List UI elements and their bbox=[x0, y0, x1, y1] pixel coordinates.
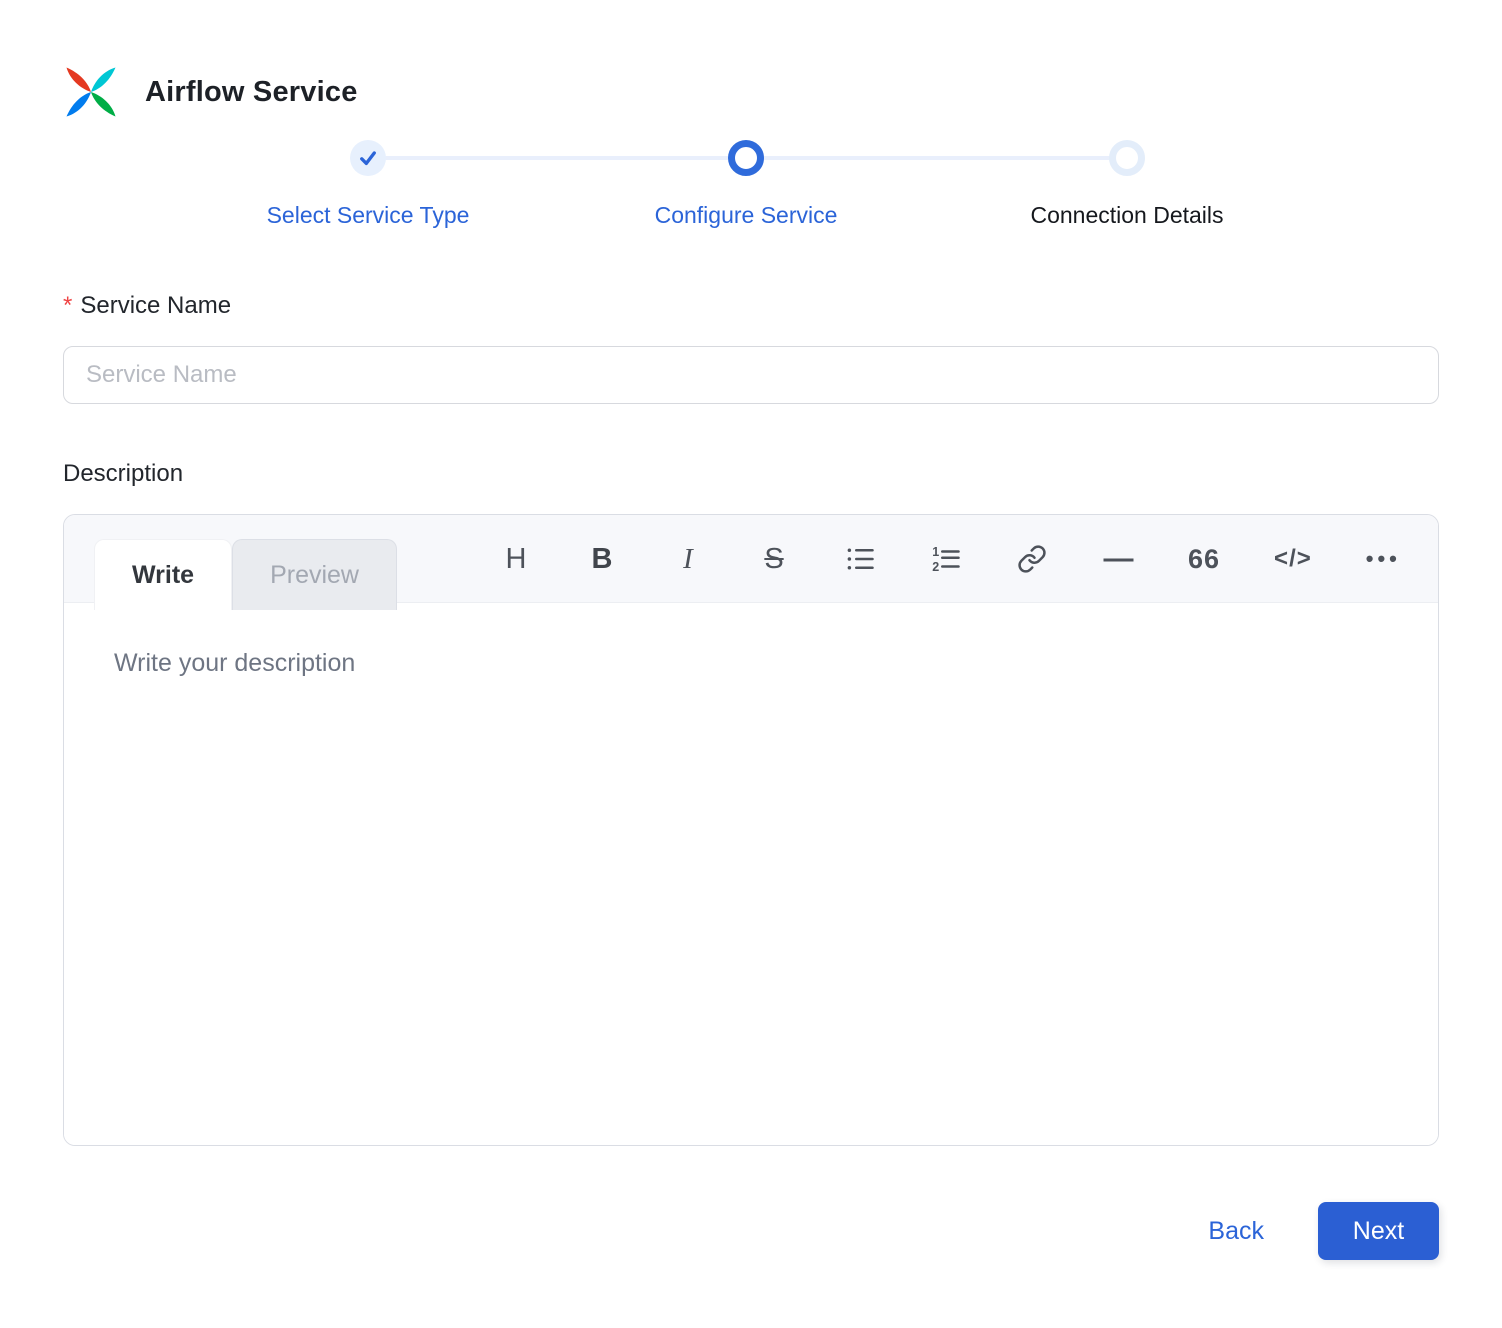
step-completed-circle bbox=[350, 140, 386, 176]
editor-toolbar: H B I S 1 2 — 66 </> ••• bbox=[500, 515, 1401, 603]
more-options-button[interactable]: ••• bbox=[1366, 539, 1401, 579]
service-name-label-text: Service Name bbox=[80, 292, 232, 319]
ordered-list-icon: 1 2 bbox=[932, 545, 960, 574]
link-icon bbox=[1018, 545, 1046, 573]
horizontal-rule-button[interactable]: — bbox=[1102, 539, 1134, 579]
wizard-page: Airflow Service Select Service Type Conf… bbox=[0, 0, 1502, 1320]
heading-icon: H bbox=[505, 542, 527, 575]
heading-button[interactable]: H bbox=[500, 539, 532, 579]
step-pending-circle bbox=[1109, 140, 1145, 176]
service-name-label: * Service Name bbox=[63, 292, 1439, 320]
airflow-logo-icon bbox=[66, 67, 116, 117]
description-label: Description bbox=[63, 460, 184, 487]
step-label: Select Service Type bbox=[266, 202, 470, 228]
editor-tabs: Write Preview bbox=[94, 539, 397, 610]
editor-write-area bbox=[64, 603, 1438, 1145]
step-label: Connection Details bbox=[1030, 202, 1224, 228]
horizontal-rule-icon: — bbox=[1103, 542, 1134, 575]
tab-preview[interactable]: Preview bbox=[232, 539, 397, 610]
required-asterisk: * bbox=[63, 292, 73, 319]
quote-button[interactable]: 66 bbox=[1188, 539, 1220, 579]
editor-toolbar-header: Write Preview H B I S 1 2 — 66 </> ••• bbox=[64, 515, 1438, 610]
svg-text:1: 1 bbox=[932, 545, 939, 559]
step-active-circle bbox=[728, 140, 764, 176]
bold-button[interactable]: B bbox=[586, 539, 618, 579]
ordered-list-button[interactable]: 1 2 bbox=[930, 539, 962, 579]
back-button[interactable]: Back bbox=[1208, 1217, 1264, 1246]
next-button[interactable]: Next bbox=[1318, 1202, 1439, 1260]
unordered-list-button[interactable] bbox=[844, 539, 876, 579]
strikethrough-icon: S bbox=[764, 542, 784, 575]
svg-text:2: 2 bbox=[932, 560, 939, 574]
step-connection-details: Connection Details bbox=[1030, 140, 1224, 228]
code-button[interactable]: </> bbox=[1274, 539, 1312, 579]
step-configure-service: Configure Service bbox=[655, 140, 837, 228]
step-select-service-type: Select Service Type bbox=[267, 140, 469, 228]
italic-icon: I bbox=[683, 542, 693, 575]
more-options-icon: ••• bbox=[1365, 546, 1401, 571]
link-button[interactable] bbox=[1016, 539, 1048, 579]
check-icon bbox=[360, 151, 376, 166]
strikethrough-button[interactable]: S bbox=[758, 539, 790, 579]
stepper: Select Service Type Configure Service Co… bbox=[63, 140, 1439, 236]
service-name-input[interactable] bbox=[63, 346, 1439, 404]
code-icon: </> bbox=[1274, 545, 1312, 572]
italic-button[interactable]: I bbox=[672, 539, 704, 579]
description-textarea[interactable] bbox=[64, 603, 1438, 1145]
app-header: Airflow Service bbox=[63, 64, 1439, 120]
description-editor: Write Preview H B I S 1 2 — 66 </> ••• W… bbox=[63, 514, 1439, 1146]
unordered-list-icon bbox=[847, 548, 874, 570]
bold-icon: B bbox=[591, 542, 613, 575]
step-label: Configure Service bbox=[654, 202, 838, 228]
quote-icon: 66 bbox=[1188, 543, 1221, 574]
page-title: Airflow Service bbox=[145, 75, 358, 108]
footer-actions: Back Next bbox=[63, 1202, 1439, 1260]
tab-write[interactable]: Write bbox=[94, 539, 233, 610]
